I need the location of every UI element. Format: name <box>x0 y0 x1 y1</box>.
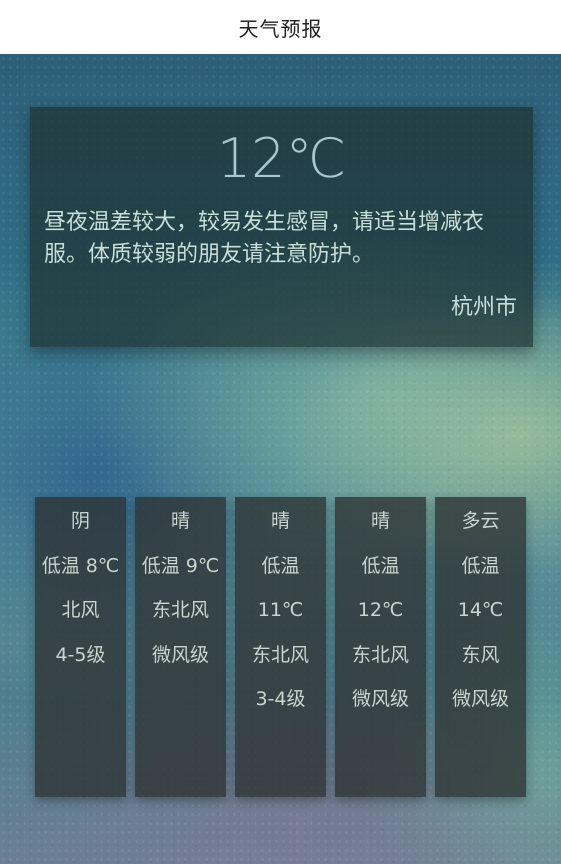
day-low-temp-value: 14℃ <box>457 599 504 621</box>
day-low-temp: 低温 8℃ <box>41 554 120 577</box>
day-wind-direction: 北风 <box>61 599 100 621</box>
day-wind-direction: 东北风 <box>151 599 209 621</box>
forecast-day-5: 多云 低温 14℃ 东风 微风级 <box>435 497 526 797</box>
forecast-day-2: 晴 低温 9℃ 东北风 微风级 <box>135 497 226 797</box>
forecast-list: 阴 低温 8℃ 北风 4-5级 晴 低温 9℃ 东北风 微风级 晴 低温 11℃… <box>35 497 529 797</box>
day-weather: 晴 <box>270 510 290 532</box>
city-name: 杭州市 <box>450 295 517 320</box>
day-low-temp-value: 11℃ <box>257 599 304 621</box>
day-wind-direction: 东北风 <box>351 643 409 666</box>
day-wind-direction: 东风 <box>461 643 500 666</box>
day-low-temp-label: 低温 <box>361 554 400 577</box>
day-wind-level: 4-5级 <box>55 643 106 666</box>
forecast-day-3: 晴 低温 11℃ 东北风 3-4级 <box>235 497 326 797</box>
day-low-temp: 低温 9℃ <box>141 554 220 577</box>
day-weather: 晴 <box>370 510 390 532</box>
day-low-temp-label: 低温 <box>461 554 500 577</box>
day-low-temp-value: 12℃ <box>357 599 404 621</box>
day-wind-level: 微风级 <box>151 643 209 666</box>
current-weather-card: 12℃ 昼夜温差较大，较易发生感冒，请适当增减衣服。体质较弱的朋友请注意防护。 … <box>30 107 533 347</box>
day-low-temp-label: 低温 <box>261 554 300 577</box>
day-wind-level: 微风级 <box>351 688 409 710</box>
day-wind-direction: 东北风 <box>251 643 309 666</box>
day-wind-level: 3-4级 <box>255 688 306 710</box>
day-weather: 多云 <box>461 510 500 532</box>
day-weather: 阴 <box>70 510 90 532</box>
weather-tip: 昼夜温差较大，较易发生感冒，请适当增减衣服。体质较弱的朋友请注意防护。 <box>44 210 485 267</box>
forecast-day-4: 晴 低温 12℃ 东北风 微风级 <box>335 497 426 797</box>
day-weather: 晴 <box>170 510 190 532</box>
page-title: 天气预报 <box>238 16 323 41</box>
forecast-day-1: 阴 低温 8℃ 北风 4-5级 <box>35 497 126 797</box>
day-wind-level: 微风级 <box>451 688 509 710</box>
nav-bar: 天气预报 <box>0 0 561 54</box>
current-temperature: 12℃ <box>216 127 347 190</box>
